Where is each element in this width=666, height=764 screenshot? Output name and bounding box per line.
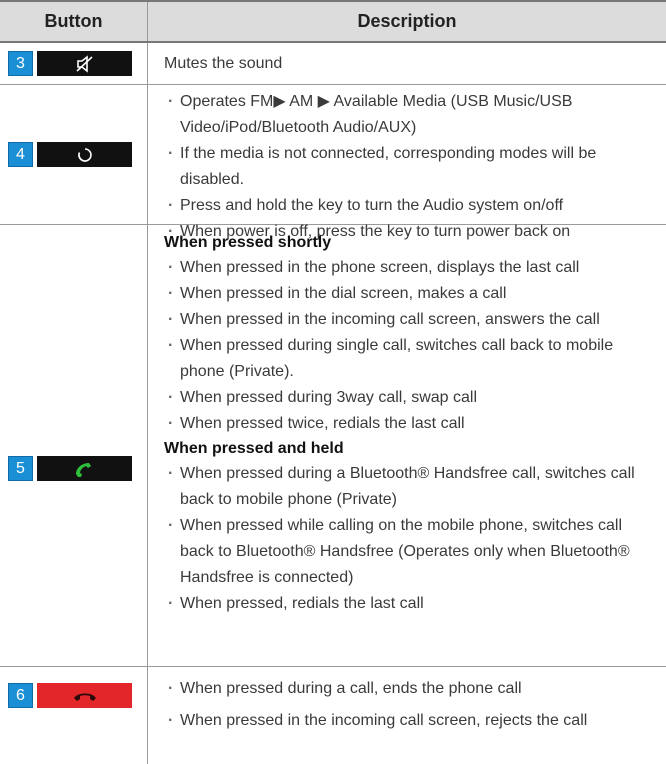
number-badge: 5 [8,456,33,481]
mode-key: 4 [8,142,132,167]
number-badge: 3 [8,51,33,76]
description-cell: When pressed during a call, ends the pho… [148,667,666,764]
mute-icon [75,54,93,73]
list-item: Operates FM▶ AM ▶ Available Media (USB M… [164,89,658,141]
end-call-button [37,683,132,708]
list-item: When pressed, redials the last call [164,591,658,617]
list-item: When pressed twice, redials the last cal… [164,411,658,437]
list-item: When pressed during single call, switche… [164,333,658,385]
end-call-key: 6 [8,683,132,708]
list-item: If the media is not connected, correspon… [164,141,658,193]
list-item: When pressed during 3way call, swap call [164,385,658,411]
mute-key: 3 [8,51,132,76]
call-key: 5 [8,456,132,481]
button-cell: 5 [0,225,148,666]
bullet-list: Operates FM▶ AM ▶ Available Media (USB M… [164,89,658,245]
list-item: When pressed during a call, ends the pho… [164,673,658,705]
call-icon [75,462,91,477]
description-text: Mutes the sound [164,55,283,72]
bullet-list: When pressed during a call, ends the pho… [164,673,658,737]
list-item: When pressed in the dial screen, makes a… [164,281,658,307]
table-row-call: 5 When pressed shortly When pressed in t… [0,225,666,667]
list-item: When pressed while calling on the mobile… [164,513,658,591]
table-row-mute: 3 Mutes the sound [0,43,666,85]
mode-cycle-icon [77,147,92,162]
number-badge: 4 [8,142,33,167]
bullet-list: When pressed in the phone screen, displa… [164,255,658,437]
end-call-icon [73,693,96,701]
section-heading: When pressed shortly [164,234,332,251]
description-cell: When pressed shortly When pressed in the… [148,225,666,666]
list-item: When pressed in the phone screen, displa… [164,255,658,281]
table-row-mode: 4 Operates FM▶ AM ▶ Available Media (USB… [0,85,666,245]
bullet-list: When pressed during a Bluetooth® Handsfr… [164,461,658,617]
mute-button [37,51,132,76]
mode-button [37,142,132,167]
button-cell: 4 [0,85,148,224]
table-header: Button Description [0,0,666,43]
list-item: When pressed in the incoming call screen… [164,705,658,737]
section-heading: When pressed and held [164,440,344,457]
header-button: Button [0,2,148,41]
number-badge: 6 [8,683,33,708]
description-cell: Mutes the sound [148,43,666,84]
description-cell: Operates FM▶ AM ▶ Available Media (USB M… [148,85,666,245]
button-cell: 6 [0,667,148,764]
list-item: When pressed in the incoming call screen… [164,307,658,333]
header-description: Description [357,11,457,31]
list-item: Press and hold the key to turn the Audio… [164,193,658,219]
table-row-end-call: 6 When pressed during a call, ends the p… [0,667,666,764]
list-item: When pressed during a Bluetooth® Handsfr… [164,461,658,513]
button-cell: 3 [0,43,148,84]
call-button [37,456,132,481]
